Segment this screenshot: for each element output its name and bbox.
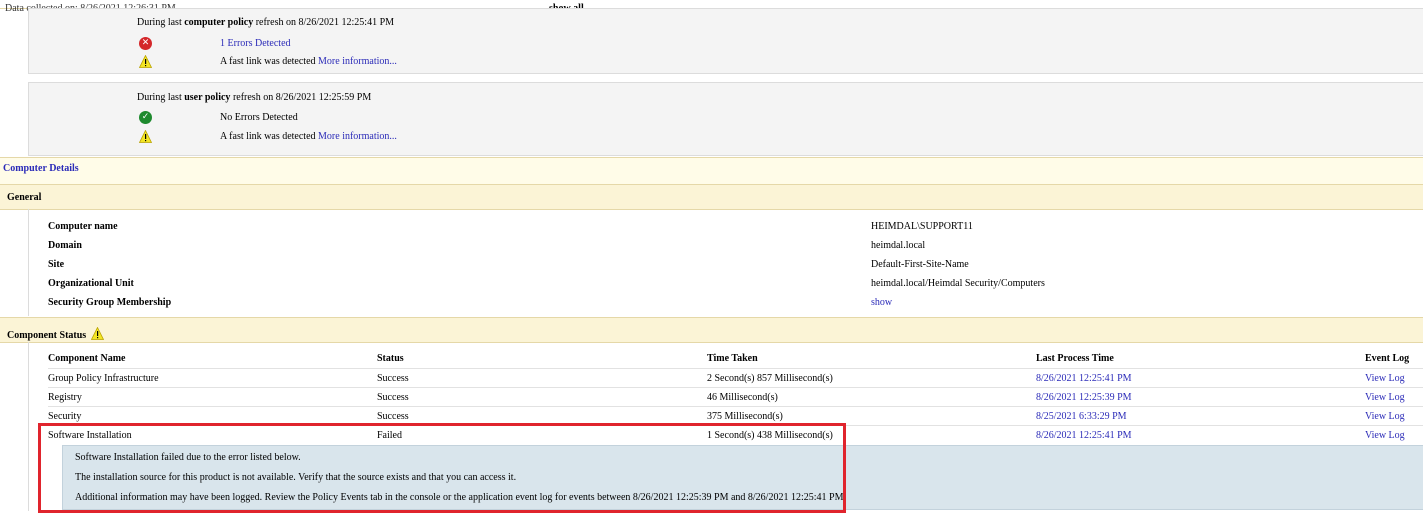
more-information-link[interactable]: More information... bbox=[318, 56, 397, 67]
last-process-time-link[interactable]: 8/26/2021 12:25:41 PM bbox=[1036, 430, 1132, 441]
ou-value: heimdal.local/Heimdal Security/Computers bbox=[871, 278, 1045, 289]
col-time-taken: Time Taken bbox=[707, 353, 758, 364]
user-policy-refresh-line: During last user policy refresh on 8/26/… bbox=[137, 92, 372, 103]
ou-label: Organizational Unit bbox=[48, 278, 134, 289]
last-process-time-link[interactable]: 8/26/2021 12:25:41 PM bbox=[1036, 373, 1132, 384]
computer-name-value: HEIMDAL\SUPPORT11 bbox=[871, 221, 973, 232]
domain-value: heimdal.local bbox=[871, 240, 926, 251]
security-group-label: Security Group Membership bbox=[48, 297, 172, 308]
security-group-show-link[interactable]: show bbox=[871, 297, 892, 308]
table-row: Group Policy Infrastructure Success 2 Se… bbox=[48, 368, 1423, 388]
warning-triangle-icon bbox=[139, 55, 152, 68]
last-process-time-link[interactable]: 8/25/2021 6:33:29 PM bbox=[1036, 411, 1127, 422]
errors-detected-link[interactable]: 1 Errors Detected bbox=[220, 38, 291, 49]
computer-policy-refresh-line: During last computer policy refresh on 8… bbox=[137, 17, 395, 28]
warning-triangle-icon bbox=[139, 130, 152, 143]
site-label: Site bbox=[48, 259, 65, 270]
user-policy-summary: During last user policy refresh on 8/26/… bbox=[28, 82, 1423, 156]
col-component-name: Component Name bbox=[48, 353, 126, 364]
col-event-log: Event Log bbox=[1365, 353, 1410, 364]
site-value: Default-First-Site-Name bbox=[871, 259, 969, 270]
view-log-link[interactable]: View Log bbox=[1365, 373, 1405, 384]
table-row: Registry Success 46 Millisecond(s) 8/26/… bbox=[48, 387, 1423, 407]
warning-triangle-icon bbox=[90, 326, 104, 340]
general-title: General bbox=[7, 192, 42, 203]
component-status-header[interactable]: Component Status bbox=[0, 317, 1423, 343]
check-circle-icon: ✓ bbox=[139, 111, 152, 124]
highlight-box bbox=[38, 423, 846, 513]
domain-label: Domain bbox=[48, 240, 82, 251]
col-status: Status bbox=[377, 353, 404, 364]
computer-details-link[interactable]: Computer Details bbox=[3, 163, 79, 174]
last-process-time-link[interactable]: 8/26/2021 12:25:39 PM bbox=[1036, 392, 1132, 403]
component-status-title: Component Status bbox=[7, 330, 87, 341]
view-log-link[interactable]: View Log bbox=[1365, 430, 1405, 441]
view-log-link[interactable]: View Log bbox=[1365, 411, 1405, 422]
general-content-border bbox=[28, 209, 29, 316]
computer-name-label: Computer name bbox=[48, 221, 118, 232]
more-information-link[interactable]: More information... bbox=[318, 131, 397, 142]
col-last-process-time: Last Process Time bbox=[1036, 353, 1114, 364]
computer-policy-summary: During last computer policy refresh on 8… bbox=[28, 8, 1423, 74]
component-content-border bbox=[28, 342, 29, 511]
view-log-link[interactable]: View Log bbox=[1365, 392, 1405, 403]
no-errors-label: No Errors Detected bbox=[220, 112, 298, 123]
general-section-header[interactable]: General bbox=[0, 184, 1423, 210]
error-circle-icon: ✕ bbox=[139, 37, 152, 50]
computer-details-header bbox=[0, 157, 1423, 185]
